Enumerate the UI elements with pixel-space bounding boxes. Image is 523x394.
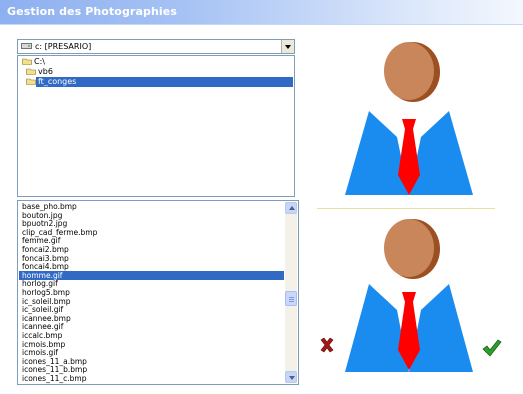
directory-list[interactable]: C:\ vb6 ft_conges — [17, 55, 295, 197]
window-title: Gestion des Photographies — [7, 5, 177, 18]
directory-item[interactable]: C:\ — [19, 57, 293, 67]
chevron-down-icon — [289, 376, 295, 380]
photo-manager-window: Gestion des Photographies c: [PRESARIO] … — [0, 0, 523, 394]
drive-icon — [21, 43, 32, 49]
title-bar: Gestion des Photographies — [0, 0, 523, 25]
red-x-icon[interactable] — [319, 337, 335, 353]
drive-label: c: [PRESARIO] — [35, 42, 92, 51]
chevron-down-icon — [285, 45, 291, 49]
directory-item-selected[interactable]: ft_conges — [19, 77, 293, 87]
file-item[interactable]: icones_11_c.bmp — [19, 374, 284, 383]
directory-item[interactable]: vb6 — [19, 67, 293, 77]
chevron-up-icon — [289, 206, 295, 210]
drive-combobox[interactable]: c: [PRESARIO] — [17, 39, 295, 54]
open-folder-icon — [26, 68, 36, 75]
green-checkmark-icon[interactable] — [482, 339, 502, 357]
open-folder-icon — [26, 78, 36, 85]
man-with-red-tie-icon — [345, 219, 473, 372]
man-with-red-tie-icon — [345, 42, 473, 195]
drive-dropdown-button[interactable] — [281, 40, 294, 53]
directory-label: ft_conges — [38, 77, 79, 87]
directory-label: C:\ — [34, 57, 45, 66]
file-list[interactable]: base_pho.bmp bouton.jpg bpuotn2.jpg clip_ca… — [17, 200, 299, 385]
scroll-up-button[interactable] — [285, 202, 297, 214]
directory-label: vb6 — [38, 67, 53, 76]
scroll-thumb[interactable] — [285, 291, 297, 306]
vertical-scrollbar[interactable] — [285, 202, 297, 383]
open-folder-icon — [22, 58, 32, 65]
scroll-down-button[interactable] — [285, 371, 297, 383]
preview-separator — [317, 208, 495, 209]
